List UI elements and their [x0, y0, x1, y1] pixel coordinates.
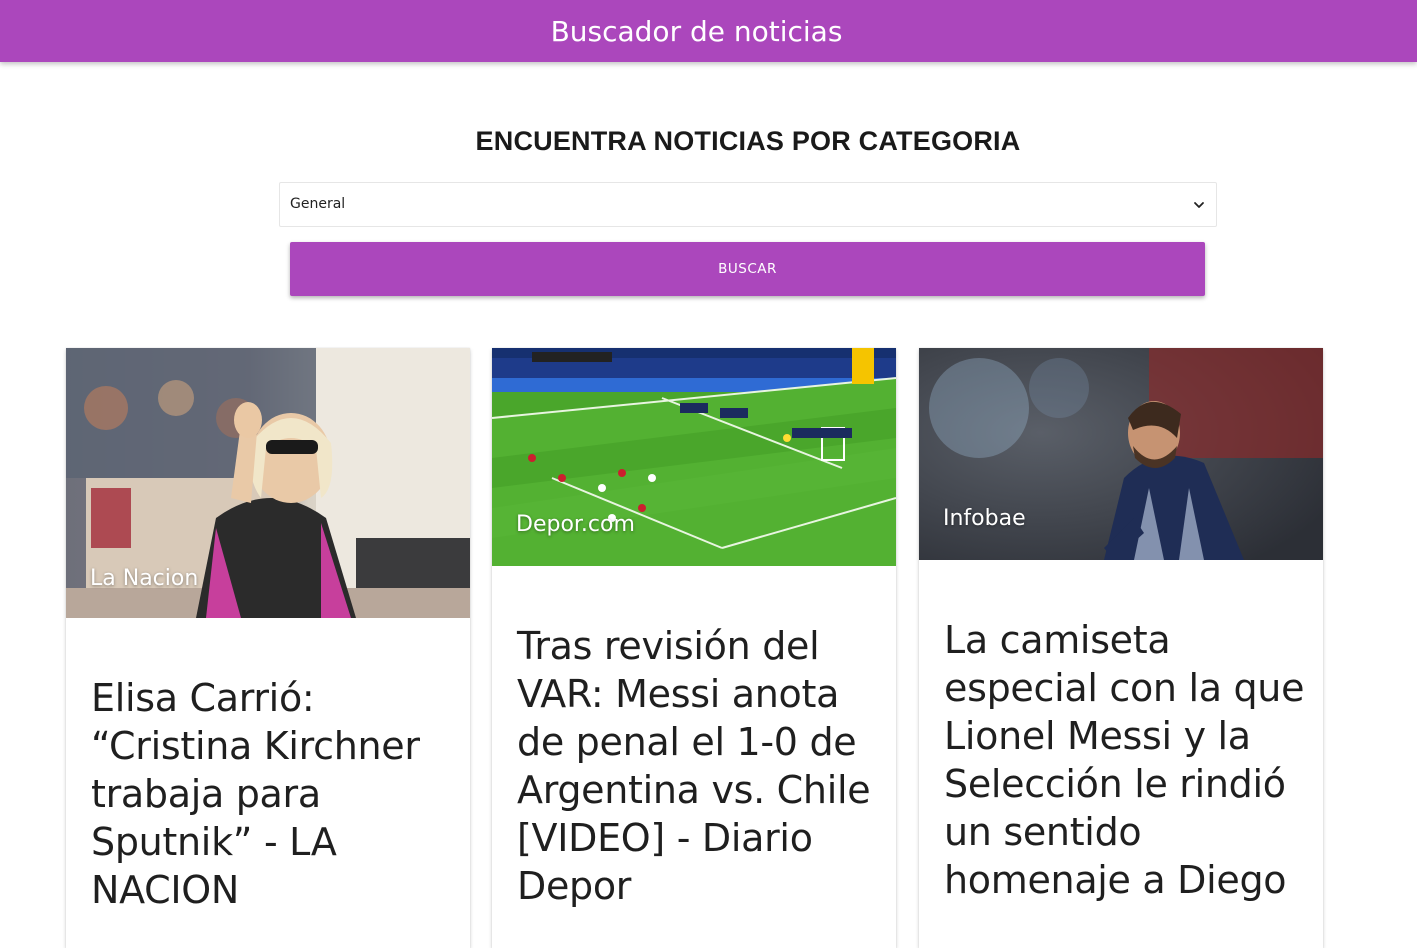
search-heading: ENCUENTRA NOTICIAS POR CATEGORIA [475, 126, 1021, 156]
news-card-image[interactable]: La Nacion [66, 348, 470, 618]
news-card-source: Infobae [943, 506, 1026, 531]
app-bar: Buscador de noticias [0, 0, 1417, 62]
chevron-down-icon [1194, 202, 1204, 208]
news-card-source: Depor.com [516, 512, 635, 537]
news-card-title[interactable]: Tras revisión del VAR: Messi anota de pe… [517, 622, 887, 910]
news-card-image[interactable]: Depor.com [492, 348, 896, 566]
news-card[interactable]: Infobae La camiseta especial con la que … [919, 348, 1323, 948]
news-card[interactable]: Depor.com Tras revisión del VAR: Messi a… [492, 348, 896, 948]
category-select[interactable]: General [279, 182, 1217, 227]
news-card-title[interactable]: La camiseta especial con la que Lionel M… [944, 616, 1314, 904]
app-title: Buscador de noticias [550, 14, 843, 48]
news-card-source: La Nacion [90, 566, 199, 591]
news-card[interactable]: La Nacion Elisa Carrió: “Cristina Kirchn… [66, 348, 470, 948]
news-card-image[interactable]: Infobae [919, 348, 1323, 560]
news-card-title[interactable]: Elisa Carrió: “Cristina Kirchner trabaja… [91, 674, 461, 914]
category-select-value: General [290, 196, 346, 212]
search-button[interactable]: BUSCAR [290, 242, 1205, 296]
